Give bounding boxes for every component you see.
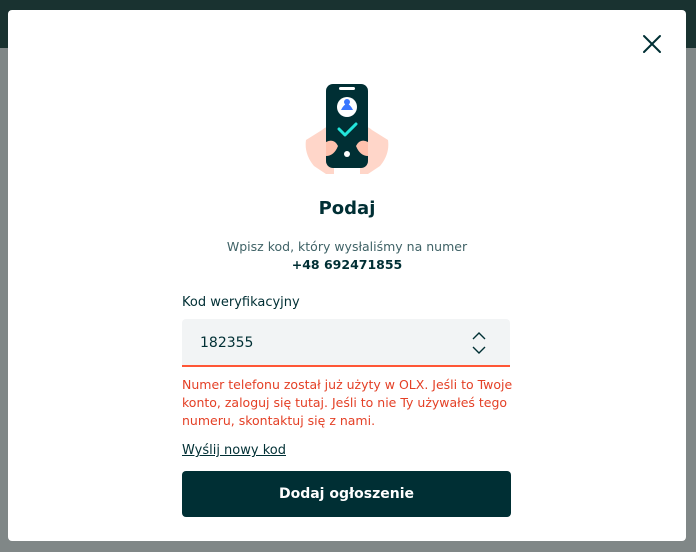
code-stepper (472, 331, 486, 355)
chevron-down-icon[interactable] (472, 345, 486, 355)
phone-verification-illustration (304, 82, 390, 174)
error-message: Numer telefonu został już użyty w OLX. J… (182, 377, 513, 428)
phone-number: +48 692471855 (291, 257, 403, 272)
modal-subtitle: Wpisz kod, który wysłaliśmy na numer (226, 239, 468, 254)
verification-modal: Podaj Wpisz kod, który wysłaliśmy na num… (8, 10, 686, 541)
resend-code-link[interactable]: Wyślij nowy kod (182, 443, 286, 458)
verification-code-field (182, 319, 510, 367)
close-button[interactable] (640, 32, 664, 56)
close-icon (643, 35, 661, 53)
verification-code-input[interactable] (198, 319, 462, 367)
submit-button[interactable]: Dodaj ogłoszenie (182, 471, 511, 517)
modal-title: Podaj (318, 198, 376, 219)
verification-code-label: Kod weryfikacyjny (182, 295, 300, 310)
chevron-up-icon[interactable] (472, 331, 486, 341)
